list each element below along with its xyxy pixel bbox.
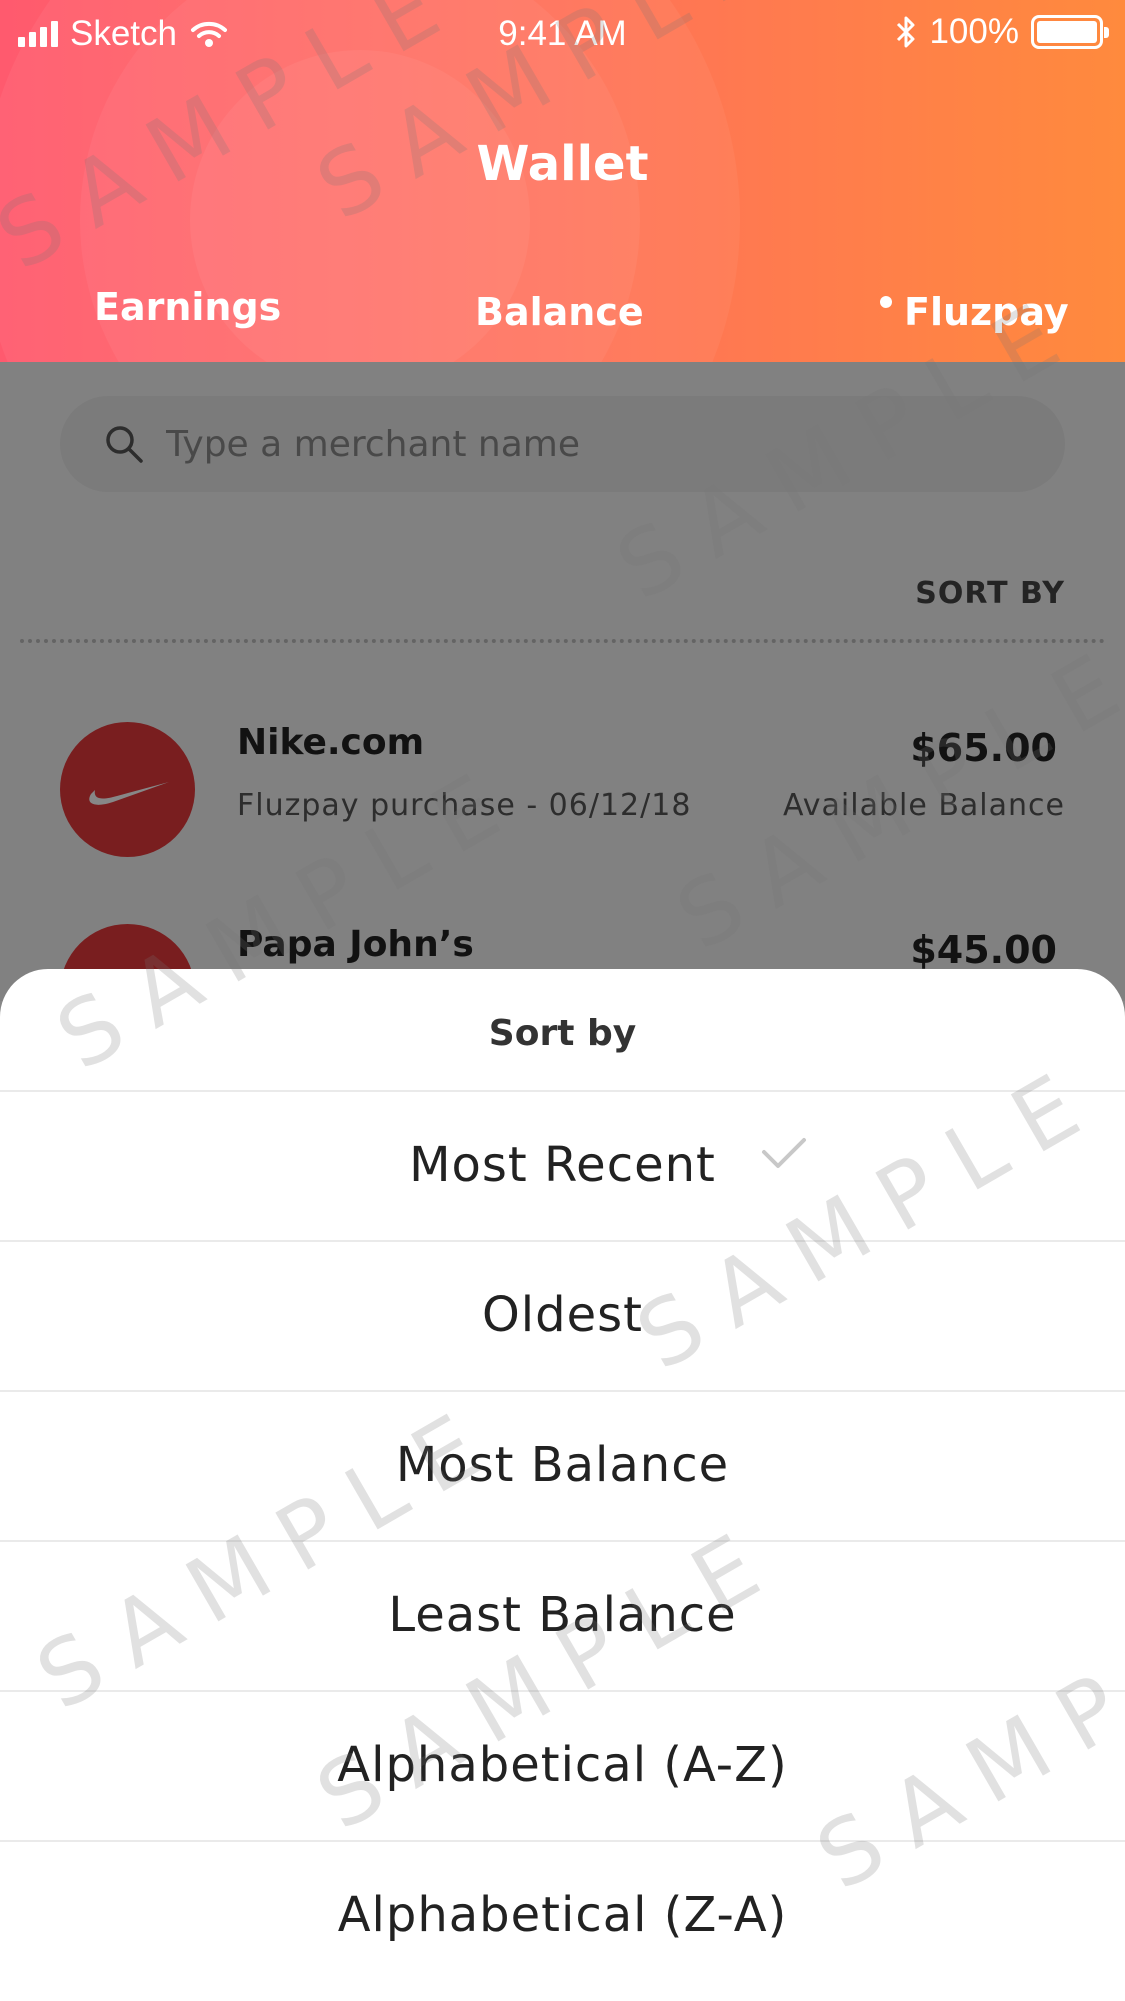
- checkmark-icon: [762, 1138, 806, 1168]
- sort-option-alphabetical-z-a[interactable]: Alphabetical (Z-A): [0, 1840, 1125, 1990]
- bluetooth-icon: [897, 16, 915, 48]
- tab-earnings[interactable]: Earnings: [94, 285, 281, 329]
- sort-option-alphabetical-a-z[interactable]: Alphabetical (A-Z): [0, 1690, 1125, 1840]
- tab-fluzpay-label: Fluzpay: [904, 290, 1069, 334]
- sort-option-most-balance[interactable]: Most Balance: [0, 1390, 1125, 1540]
- sort-bottom-sheet: Sort by Most Recent Oldest Most Balance …: [0, 969, 1125, 2001]
- battery-icon: [1031, 15, 1109, 49]
- sort-option-label: Least Balance: [388, 1587, 737, 1643]
- page-title: Wallet: [476, 136, 649, 192]
- sort-option-label: Alphabetical (Z-A): [337, 1887, 788, 1943]
- sort-option-label: Most Balance: [395, 1437, 730, 1493]
- header: Sketch 9:41 AM 100% Wallet Earnings Bala…: [0, 0, 1125, 362]
- battery-percent: 100%: [929, 12, 1019, 51]
- tab-balance[interactable]: Balance: [475, 290, 644, 334]
- sort-option-most-recent[interactable]: Most Recent: [0, 1090, 1125, 1240]
- sort-option-least-balance[interactable]: Least Balance: [0, 1540, 1125, 1690]
- sort-option-label: Oldest: [482, 1287, 643, 1343]
- sheet-title: Sort by: [488, 1013, 637, 1054]
- sort-option-label: Alphabetical (A-Z): [337, 1737, 788, 1793]
- status-bar: Sketch 9:41 AM 100%: [0, 0, 1125, 70]
- tab-fluzpay[interactable]: Fluzpay: [880, 290, 1069, 334]
- sort-option-oldest[interactable]: Oldest: [0, 1240, 1125, 1390]
- sort-option-label: Most Recent: [409, 1137, 716, 1193]
